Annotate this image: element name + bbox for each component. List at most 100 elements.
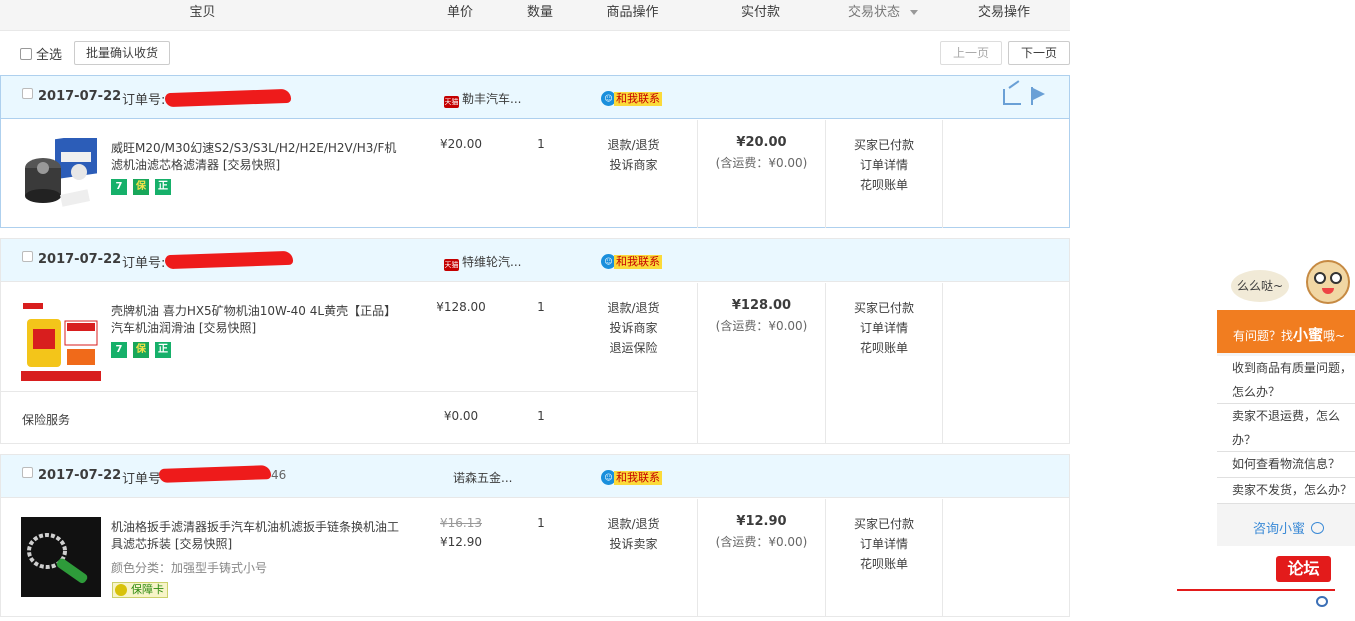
order-body: 威旺M20/M30幻速S2/S3/S3L/H2/H2E/H2V/H3/F机滤机油… [1,120,1069,228]
product-spec: 颜色分类：加强型手铸式小号 [111,561,268,575]
contact-seller-button[interactable]: ☺ 和我联系 [601,470,662,486]
select-all[interactable]: 全选 [20,44,62,63]
refund-link[interactable]: 退款/退货 [581,298,686,318]
guarantee-icon [115,584,127,596]
assistant-title-name: 小蜜 [1293,326,1324,344]
consumer-protection-icon[interactable]: 保 [133,342,149,358]
chat-bubble-icon [1311,522,1325,534]
complain-link[interactable]: 投诉商家 [581,155,686,175]
order-date: 2017-07-22 [38,468,122,483]
batch-confirm-button[interactable]: 批量确认收货 [74,41,170,65]
trade-status: 买家已付款 订单详情 花呗账单 [826,298,942,358]
order-table-header: 宝贝 单价 数量 商品操作 实付款 交易状态 交易操作 [0,0,1070,31]
shipping-fee: (含运费：¥0.00) [715,319,808,333]
redaction-mark [158,465,272,483]
toolbar: 全选 批量确认收货 上一页 下一页 [0,31,1070,75]
tmall-icon: 天猫 [444,96,459,108]
return-insurance-link[interactable]: 退运保险 [581,338,686,358]
order-checkbox[interactable] [22,251,33,262]
product-image-oil-filter[interactable] [21,138,101,218]
seven-day-return-icon[interactable]: 7 [111,179,127,195]
unit-price: ¥128.00 [436,300,486,314]
faq-shipping-fee[interactable]: 卖家不退运费，怎么办？ [1217,404,1355,452]
contact-seller-button[interactable]: ☺ 和我联系 [601,254,662,270]
col-price: 单价 [446,5,473,20]
assistant-title-pre: 有问题？找 [1233,329,1294,343]
genuine-icon[interactable]: 正 [155,179,171,195]
status-text: 买家已付款 [853,517,914,531]
snapshot-link[interactable]: [交易快照] [175,537,232,551]
order-checkbox[interactable] [22,88,33,99]
unit-price: ¥20.00 [440,137,482,151]
huabei-bill-link[interactable]: 花呗账单 [826,338,942,358]
snapshot-link[interactable]: [交易快照] [223,158,280,172]
order-date: 2017-07-22 [38,89,122,104]
guarantee-card-badge[interactable]: 保障卡 [112,582,168,598]
order-checkbox[interactable] [22,467,33,478]
service-badges: 7保正 [111,341,177,358]
genuine-icon[interactable]: 正 [155,342,171,358]
order-body: 机油格扳手滤清器扳手汽车机油机滤扳手链条换机油工具滤芯拆装 [交易快照] 颜色分… [1,499,1069,617]
contact-label: 和我联系 [614,254,662,269]
faq-not-shipped[interactable]: 卖家不发货，怎么办？ [1217,478,1355,504]
product-image-motor-oil[interactable] [21,301,101,381]
order-no-label: 订单号: [122,93,166,108]
product-title[interactable]: 威旺M20/M30幻速S2/S3/S3L/H2/H2E/H2V/H3/F机滤机油… [111,140,406,174]
select-all-checkbox[interactable] [20,48,32,60]
quantity: 1 [537,137,545,151]
status-filter[interactable]: 交易状态 [825,0,941,30]
snapshot-link[interactable]: [交易快照] [199,321,256,335]
original-price: ¥16.13 [440,516,482,530]
assistant-header[interactable]: 有问题？找小蜜哦~ [1217,310,1355,353]
order-detail-link[interactable]: 订单详情 [826,534,942,554]
prev-page-button[interactable]: 上一页 [940,41,1002,65]
order-detail-link[interactable]: 订单详情 [826,318,942,338]
assistant-widget: 有问题？找小蜜哦~ 收到商品有质量问题，怎么办？ 卖家不退运费，怎么办？ 如何查… [1217,310,1355,546]
product-title[interactable]: 机油格扳手滤清器扳手汽车机油机滤扳手链条换机油工具滤芯拆装 [交易快照] [111,519,406,553]
product-title[interactable]: 壳牌机油 喜力HX5矿物机油10W-40 4L黄壳【正品】汽车机油润滑油 [交易… [111,303,406,337]
huabei-bill-link[interactable]: 花呗账单 [826,554,942,574]
shop-name[interactable]: 天猫 特维轮汽... [444,253,521,271]
shipping-fee: (含运费：¥0.00) [715,535,808,549]
status-text: 买家已付款 [853,301,914,315]
contact-seller-button[interactable]: ☺ 和我联系 [601,91,662,107]
col-item: 宝贝 [189,5,216,20]
status-text: 买家已付款 [853,138,914,152]
forum-logo[interactable]: 论坛 [1276,556,1331,582]
consumer-protection-icon[interactable]: 保 [133,179,149,195]
col-actions: 交易操作 [977,5,1030,20]
insurance-service: 保险服务 [22,413,71,427]
order-body: 壳牌机油 喜力HX5矿物机油10W-40 4L黄壳【正品】汽车机油润滑油 [交易… [1,283,1069,444]
bee-mascot-icon[interactable] [1304,252,1354,310]
unit-price: ¥12.90 [440,535,482,549]
refund-link[interactable]: 退款/退货 [581,135,686,155]
complain-link[interactable]: 投诉商家 [581,318,686,338]
faq-logistics[interactable]: 如何查看物流信息？ [1217,452,1355,478]
trade-status: 买家已付款 订单详情 花呗账单 [826,135,942,195]
insurance-price: ¥0.00 [443,409,479,423]
contact-label: 和我联系 [614,91,662,106]
order-no-label: 订单号: [122,256,166,271]
complain-link[interactable]: 投诉卖家 [581,534,686,554]
col-ops: 商品操作 [606,5,659,20]
order-card: 2017-07-22 订单号 46 诺森五金... ☺ 和我联系 机油格扳手滤清器… [0,454,1070,617]
paid-amount: ¥20.00 (含运费：¥0.00) [698,133,825,173]
product-image-filter-wrench[interactable] [21,517,101,597]
seven-day-return-icon[interactable]: 7 [111,342,127,358]
refund-link[interactable]: 退款/退货 [581,514,686,534]
faq-quality[interactable]: 收到商品有质量问题，怎么办？ [1217,356,1355,404]
huabei-bill-link[interactable]: 花呗账单 [826,175,942,195]
contact-label: 和我联系 [614,470,662,485]
paid-amount: ¥12.90 (含运费：¥0.00) [698,512,825,552]
col-qty: 数量 [526,5,553,20]
shop-name[interactable]: 天猫 勒丰汽车... [444,90,521,108]
flag-icon[interactable] [1031,87,1047,105]
next-page-button[interactable]: 下一页 [1008,41,1070,65]
order-card: 2017-07-22 订单号: 天猫 特维轮汽... ☺ 和我联系 壳牌机油 喜力H… [0,238,1070,444]
shop-name[interactable]: 诺森五金... [453,469,512,486]
shipping-fee: (含运费：¥0.00) [715,156,808,170]
guarantee-label: 保障卡 [131,583,164,596]
share-icon[interactable] [1003,89,1021,105]
consult-assistant-link[interactable]: 咨询小蜜 [1253,518,1325,537]
order-detail-link[interactable]: 订单详情 [826,155,942,175]
